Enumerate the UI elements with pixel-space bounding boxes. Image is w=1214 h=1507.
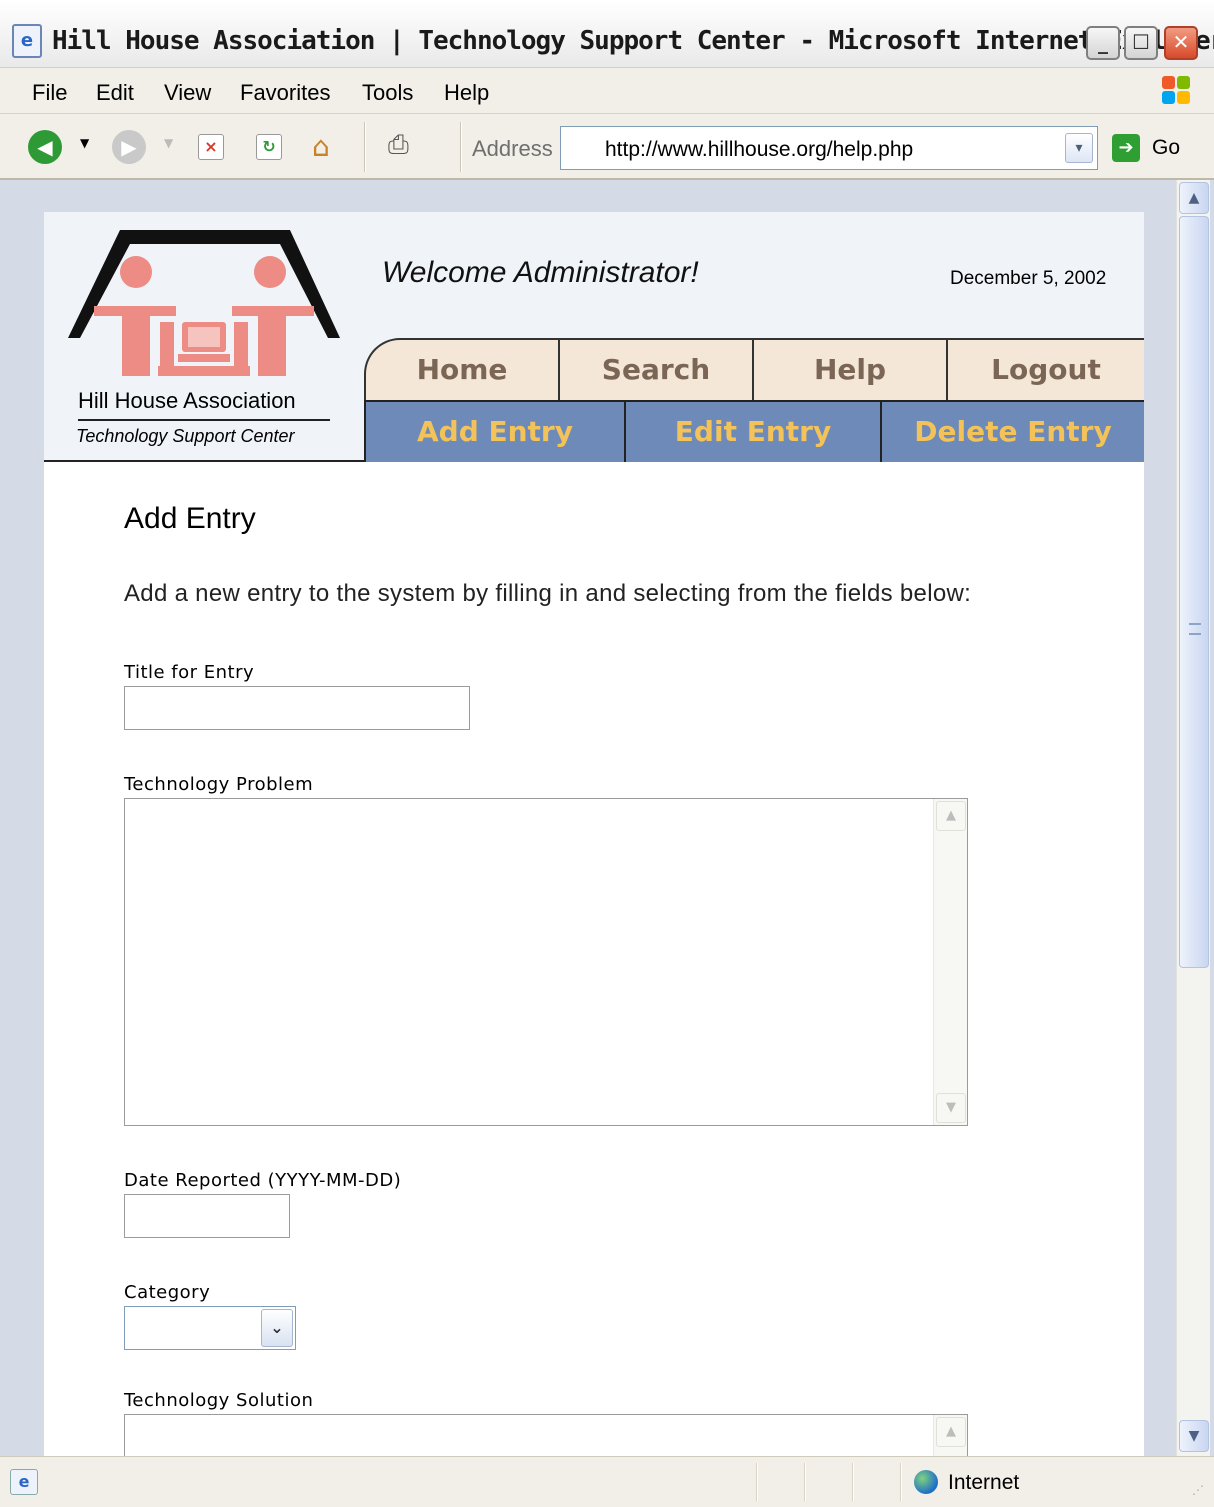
stop-icon[interactable]: ×: [198, 134, 224, 160]
home-icon[interactable]: ⌂: [312, 130, 330, 163]
solution-textarea[interactable]: ▲: [124, 1414, 968, 1456]
solution-scrollbar[interactable]: ▲: [933, 1415, 967, 1456]
internet-zone-icon: [914, 1470, 938, 1494]
address-dropdown-icon[interactable]: ▾: [1065, 133, 1093, 163]
nav-delete-entry[interactable]: Delete Entry: [882, 402, 1144, 462]
logo-divider: [78, 419, 330, 421]
site-header: Hill House Association Technology Suppor…: [44, 212, 1144, 462]
close-button[interactable]: ✕: [1164, 26, 1198, 60]
toolbar: ◀ ▼ ▶ ▼ × ↻ ⌂ ⎙ Address http://www.hillh…: [0, 114, 1214, 180]
address-bar[interactable]: http://www.hillhouse.org/help.php ▾: [560, 126, 1098, 170]
go-arrow-icon[interactable]: ➔: [1112, 134, 1140, 162]
ie-status-icon: e: [10, 1469, 38, 1495]
browser-viewport: Hill House Association Technology Suppor…: [0, 180, 1214, 1456]
windows-logo-icon: [1162, 76, 1192, 106]
menu-file[interactable]: File: [32, 80, 67, 106]
hill-house-logo: [68, 230, 340, 376]
window-title-bar: e Hill House Association | Technology Su…: [0, 0, 1214, 68]
nav-add-entry[interactable]: Add Entry: [366, 402, 626, 462]
org-name: Hill House Association: [78, 388, 296, 413]
current-date: December 5, 2002: [950, 268, 1107, 289]
menu-tools[interactable]: Tools: [362, 80, 413, 106]
problem-label: Technology Problem: [124, 774, 314, 795]
back-dropdown-icon[interactable]: ▼: [80, 136, 89, 150]
grip-icon: [1189, 623, 1201, 635]
date-input[interactable]: [124, 1194, 290, 1238]
scroll-up-icon[interactable]: ▲: [1179, 182, 1209, 214]
nav-home[interactable]: Home: [364, 338, 560, 400]
primary-nav: Home Search Help Logout: [364, 338, 1144, 400]
status-bar: e Internet ⋰: [0, 1456, 1214, 1507]
security-zone-label: Internet: [948, 1471, 1020, 1494]
form-instructions: Add a new entry to the system by filling…: [124, 580, 972, 607]
problem-textarea[interactable]: ▲ ▼: [124, 798, 968, 1126]
address-url[interactable]: http://www.hillhouse.org/help.php: [605, 138, 913, 162]
nav-help[interactable]: Help: [754, 338, 948, 400]
print-icon[interactable]: ⎙: [388, 130, 409, 161]
menu-edit[interactable]: Edit: [96, 80, 134, 106]
page: Hill House Association Technology Suppor…: [44, 212, 1144, 1456]
page-title: Add Entry: [124, 502, 256, 535]
secondary-nav: Add Entry Edit Entry Delete Entry: [364, 400, 1144, 462]
forward-dropdown-icon[interactable]: ▼: [164, 136, 173, 150]
org-tagline: Technology Support Center: [76, 426, 295, 446]
category-label: Category: [124, 1282, 211, 1303]
title-input[interactable]: [124, 686, 470, 730]
page-scrollbar[interactable]: ▲ ▼: [1176, 180, 1210, 1456]
scroll-thumb[interactable]: [1179, 216, 1209, 968]
solution-label: Technology Solution: [124, 1390, 314, 1411]
window-title: Hill House Association | Technology Supp…: [52, 26, 1214, 56]
problem-scrollbar[interactable]: ▲ ▼: [933, 799, 967, 1125]
menu-favorites[interactable]: Favorites: [240, 80, 330, 106]
maximize-button[interactable]: ☐: [1124, 26, 1158, 60]
scroll-down-icon[interactable]: ▼: [936, 1093, 966, 1123]
scroll-up-icon[interactable]: ▲: [936, 1417, 966, 1447]
back-icon[interactable]: ◀: [28, 130, 62, 164]
forward-icon[interactable]: ▶: [112, 130, 146, 164]
menu-view[interactable]: View: [164, 80, 211, 106]
ie-page-icon[interactable]: e: [12, 24, 42, 58]
nav-logout[interactable]: Logout: [948, 338, 1144, 400]
nav-edit-entry[interactable]: Edit Entry: [626, 402, 882, 462]
address-label: Address: [472, 136, 553, 161]
scroll-down-icon[interactable]: ▼: [1179, 1420, 1209, 1452]
resize-grip-icon[interactable]: ⋰: [1192, 1483, 1204, 1497]
refresh-icon[interactable]: ↻: [256, 134, 282, 160]
nav-search[interactable]: Search: [560, 338, 754, 400]
go-button[interactable]: Go: [1152, 136, 1180, 160]
chevron-down-icon[interactable]: ⌄: [261, 1309, 293, 1347]
title-label: Title for Entry: [124, 662, 255, 683]
menu-bar: File Edit View Favorites Tools Help: [0, 68, 1214, 114]
category-select[interactable]: ⌄: [124, 1306, 296, 1350]
menu-help[interactable]: Help: [444, 80, 489, 106]
welcome-message: Welcome Administrator!: [382, 256, 699, 289]
date-label: Date Reported (YYYY-MM-DD): [124, 1170, 402, 1191]
scroll-up-icon[interactable]: ▲: [936, 801, 966, 831]
minimize-button[interactable]: _: [1086, 26, 1120, 60]
